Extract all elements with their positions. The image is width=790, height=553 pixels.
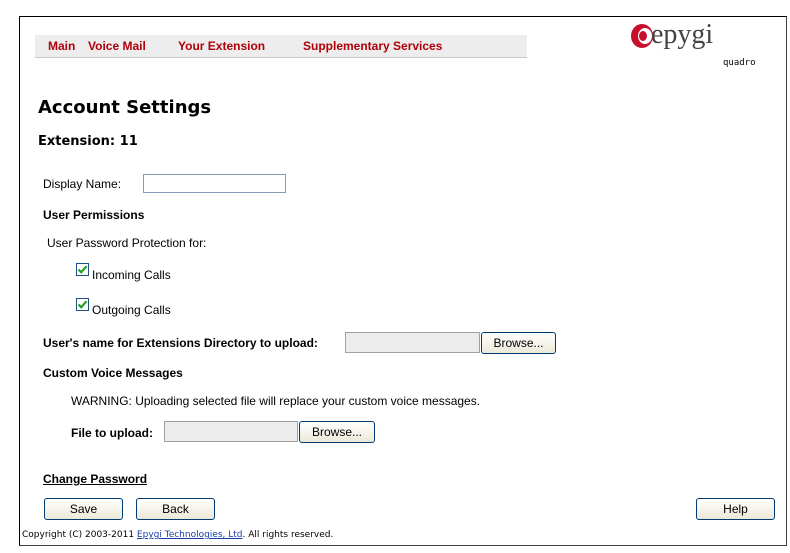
copyright-suffix: . All rights reserved. — [242, 530, 334, 540]
company-link[interactable]: Epygi Technologies, Ltd — [137, 530, 243, 540]
copyright-prefix: Copyright (C) 2003-2011 — [22, 530, 137, 540]
nav-your-extension[interactable]: Your Extension — [178, 39, 265, 53]
warning-text: WARNING: Uploading selected file will re… — [71, 394, 481, 408]
copyright-footer: Copyright (C) 2003-2011 Epygi Technologi… — [22, 530, 333, 540]
outgoing-calls-label: Outgoing Calls — [92, 303, 171, 317]
extension-label: Extension: 11 — [38, 134, 138, 149]
nav-supplementary-services[interactable]: Supplementary Services — [303, 39, 442, 53]
nav-main[interactable]: Main — [48, 39, 75, 53]
password-protection-label: User Password Protection for: — [47, 236, 207, 250]
directory-file-input[interactable] — [345, 332, 480, 353]
checkmark-icon — [77, 300, 88, 309]
voice-file-input[interactable] — [164, 421, 298, 442]
help-button[interactable]: Help — [696, 498, 775, 520]
nav-voice-mail[interactable]: Voice Mail — [88, 39, 146, 53]
display-name-label: Display Name: — [43, 177, 122, 191]
top-nav: Main Voice Mail Your Extension Supplemen… — [35, 35, 527, 58]
page-title: Account Settings — [38, 97, 212, 118]
incoming-calls-checkbox[interactable] — [76, 263, 89, 276]
directory-upload-label: User's name for Extensions Directory to … — [43, 336, 318, 350]
logo-subtitle: quadro — [723, 58, 756, 68]
save-button[interactable]: Save — [44, 498, 123, 520]
epygi-logo: epygi quadro — [628, 19, 768, 69]
checkmark-icon — [77, 265, 88, 274]
voice-browse-button[interactable]: Browse... — [299, 421, 375, 443]
custom-voice-heading: Custom Voice Messages — [43, 366, 183, 380]
change-password-link[interactable]: Change Password — [43, 472, 147, 486]
user-permissions-heading: User Permissions — [43, 208, 145, 222]
display-name-input[interactable] — [143, 174, 286, 193]
file-upload-label: File to upload: — [71, 426, 153, 440]
directory-browse-button[interactable]: Browse... — [481, 332, 556, 354]
back-button[interactable]: Back — [136, 498, 215, 520]
logo-word: epygi — [651, 19, 714, 50]
outgoing-calls-checkbox[interactable] — [76, 298, 89, 311]
incoming-calls-label: Incoming Calls — [92, 268, 171, 282]
